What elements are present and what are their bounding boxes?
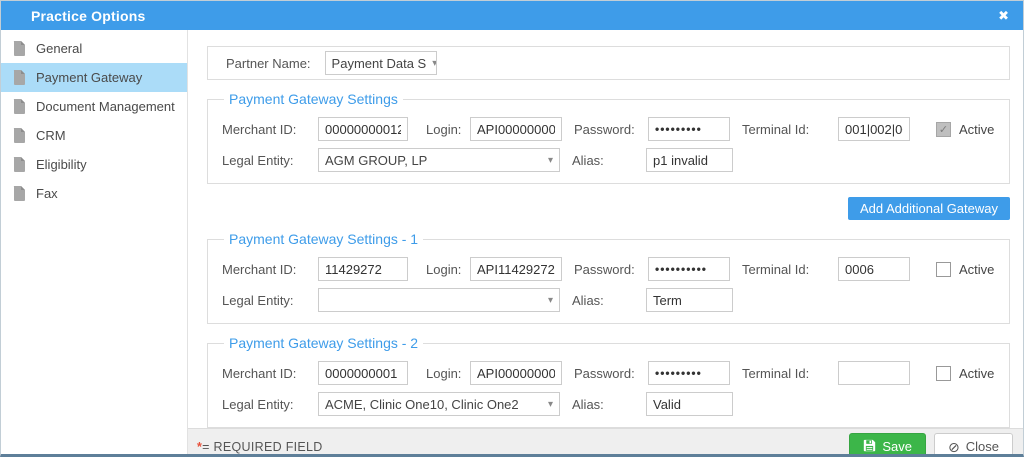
legal-entity-label: Legal Entity: xyxy=(222,153,318,168)
legal-entity-value: AGM GROUP, LP xyxy=(325,153,427,168)
partner-name-label: Partner Name: xyxy=(226,56,311,71)
active-checkbox[interactable] xyxy=(936,366,951,381)
sidebar-item-label: General xyxy=(36,41,82,56)
password-input[interactable] xyxy=(648,361,730,385)
sidebar-item-eligibility[interactable]: Eligibility xyxy=(1,150,187,179)
password-label: Password: xyxy=(574,122,648,137)
password-input[interactable] xyxy=(648,117,730,141)
dialog-titlebar: Practice Options ✖ xyxy=(1,1,1023,30)
active-checkbox[interactable] xyxy=(936,122,951,137)
save-icon xyxy=(863,439,876,455)
file-icon xyxy=(13,186,26,201)
chevron-down-icon: ▾ xyxy=(542,399,553,410)
merchant-id-input[interactable] xyxy=(318,257,408,281)
terminal-id-label: Terminal Id: xyxy=(742,366,838,381)
options-sidebar: General Payment Gateway Document Managem… xyxy=(1,30,188,454)
login-label: Login: xyxy=(426,122,470,137)
section-legend: Payment Gateway Settings - 1 xyxy=(224,231,423,247)
close-icon[interactable]: ✖ xyxy=(998,9,1009,22)
required-field-note: *= REQUIRED FIELD xyxy=(197,440,323,454)
active-label: Active xyxy=(959,122,994,137)
sidebar-item-payment-gateway[interactable]: Payment Gateway xyxy=(1,63,187,92)
chevron-down-icon: ▾ xyxy=(542,155,553,166)
terminal-id-input[interactable] xyxy=(838,117,910,141)
sidebar-item-label: CRM xyxy=(36,128,66,143)
login-label: Login: xyxy=(426,262,470,277)
section-legend: Payment Gateway Settings xyxy=(224,91,403,107)
payment-gateway-settings-section-1: Payment Gateway Settings - 1 Merchant ID… xyxy=(207,231,1010,324)
sidebar-item-general[interactable]: General xyxy=(1,34,187,63)
save-button-label: Save xyxy=(882,439,912,454)
add-additional-gateway-button[interactable]: Add Additional Gateway xyxy=(848,197,1010,220)
login-input[interactable] xyxy=(470,257,562,281)
active-checkbox[interactable] xyxy=(936,262,951,277)
legal-entity-value: ACME, Clinic One10, Clinic One2 xyxy=(325,397,519,412)
alias-label: Alias: xyxy=(572,153,646,168)
active-label: Active xyxy=(959,366,994,381)
partner-name-select[interactable]: Payment Data S ▾ xyxy=(325,51,437,75)
alias-label: Alias: xyxy=(572,397,646,412)
practice-options-dialog: Practice Options ✖ General Payment Gatew… xyxy=(0,0,1024,457)
password-label: Password: xyxy=(574,262,648,277)
close-button-label: Close xyxy=(966,439,999,454)
legal-entity-label: Legal Entity: xyxy=(222,293,318,308)
login-label: Login: xyxy=(426,366,470,381)
file-icon xyxy=(13,128,26,143)
password-label: Password: xyxy=(574,366,648,381)
file-icon xyxy=(13,41,26,56)
dialog-title: Practice Options xyxy=(31,8,145,24)
sidebar-item-label: Fax xyxy=(36,186,58,201)
alias-input[interactable] xyxy=(646,288,733,312)
legal-entity-select[interactable]: AGM GROUP, LP ▾ xyxy=(318,148,560,172)
merchant-id-input[interactable] xyxy=(318,117,408,141)
dialog-footer: *= REQUIRED FIELD Save ⊘ Close xyxy=(188,428,1023,457)
login-input[interactable] xyxy=(470,117,562,141)
password-input[interactable] xyxy=(648,257,730,281)
close-button[interactable]: ⊘ Close xyxy=(934,433,1013,457)
sidebar-item-label: Document Management xyxy=(36,99,175,114)
cancel-circle-icon: ⊘ xyxy=(948,440,960,454)
terminal-id-label: Terminal Id: xyxy=(742,122,838,137)
merchant-id-label: Merchant ID: xyxy=(222,262,318,277)
chevron-down-icon: ▾ xyxy=(542,295,553,306)
alias-input[interactable] xyxy=(646,148,733,172)
partner-name-row: Partner Name: Payment Data S ▾ xyxy=(207,46,1010,80)
legal-entity-select[interactable]: ▾ xyxy=(318,288,560,312)
merchant-id-label: Merchant ID: xyxy=(222,366,318,381)
sidebar-item-label: Payment Gateway xyxy=(36,70,142,85)
legal-entity-label: Legal Entity: xyxy=(222,397,318,412)
sidebar-item-fax[interactable]: Fax xyxy=(1,179,187,208)
legal-entity-select[interactable]: ACME, Clinic One10, Clinic One2 ▾ xyxy=(318,392,560,416)
sidebar-item-crm[interactable]: CRM xyxy=(1,121,187,150)
merchant-id-label: Merchant ID: xyxy=(222,122,318,137)
active-label: Active xyxy=(959,262,994,277)
save-button[interactable]: Save xyxy=(849,433,926,457)
login-input[interactable] xyxy=(470,361,562,385)
terminal-id-input[interactable] xyxy=(838,257,910,281)
sidebar-item-document-management[interactable]: Document Management xyxy=(1,92,187,121)
terminal-id-label: Terminal Id: xyxy=(742,262,838,277)
terminal-id-input[interactable] xyxy=(838,361,910,385)
alias-label: Alias: xyxy=(572,293,646,308)
payment-gateway-settings-section-2: Payment Gateway Settings - 2 Merchant ID… xyxy=(207,335,1010,428)
file-icon xyxy=(13,70,26,85)
merchant-id-input[interactable] xyxy=(318,361,408,385)
alias-input[interactable] xyxy=(646,392,733,416)
payment-gateway-settings-section-0: Payment Gateway Settings Merchant ID: Lo… xyxy=(207,91,1010,184)
payment-gateway-panel: Partner Name: Payment Data S ▾ Payment G… xyxy=(188,30,1023,428)
file-icon xyxy=(13,157,26,172)
partner-name-value: Payment Data S xyxy=(332,56,427,71)
chevron-down-icon: ▾ xyxy=(426,58,436,69)
section-legend: Payment Gateway Settings - 2 xyxy=(224,335,423,351)
file-icon xyxy=(13,99,26,114)
sidebar-item-label: Eligibility xyxy=(36,157,87,172)
